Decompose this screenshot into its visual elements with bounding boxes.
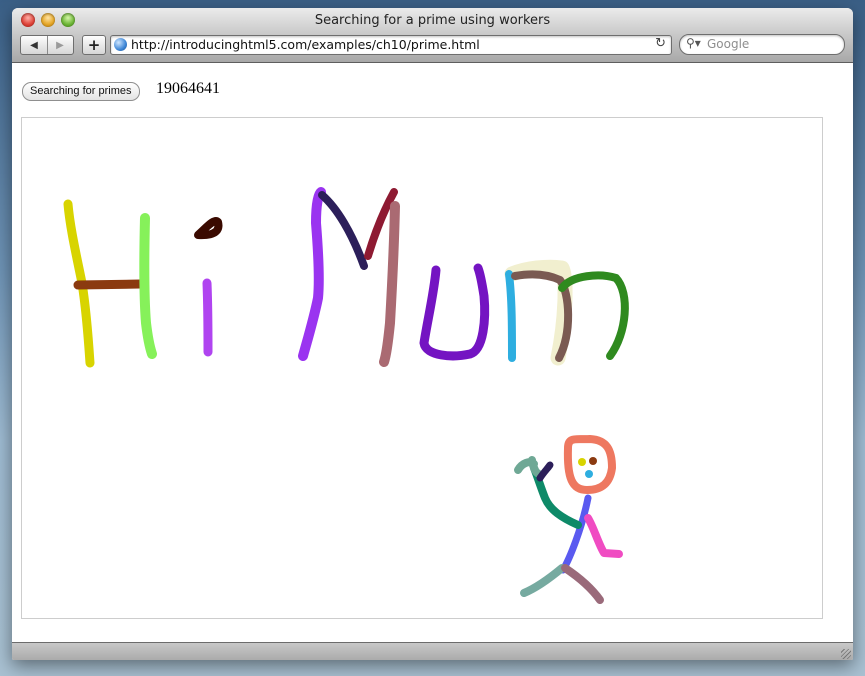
u-stroke (419, 263, 490, 361)
drawing-canvas[interactable] (21, 117, 823, 619)
hand-tip-stroke (536, 461, 554, 482)
status-bar (12, 642, 853, 660)
m-stem-stroke (505, 270, 516, 362)
hand-left-stroke (514, 456, 543, 478)
resize-grip-icon[interactable] (841, 649, 851, 659)
eye-left (578, 458, 586, 466)
search-icon: ⚲▾ (686, 36, 701, 50)
prime-value: 19064641 (156, 80, 220, 97)
eye-right (589, 457, 597, 465)
face-stroke (563, 435, 616, 494)
nav-buttons: ◀ ▶ (20, 35, 74, 55)
globe-icon (114, 38, 127, 51)
arm-right-stroke (584, 514, 623, 558)
window-title: Searching for a prime using workers (314, 13, 551, 28)
m-right-stroke (379, 201, 400, 367)
browser-window: Searching for a prime using workers ◀ ▶ … (12, 8, 853, 660)
leg-right-stroke (561, 564, 604, 604)
drawing-svg (63, 187, 629, 604)
leg-left-stroke (520, 564, 566, 597)
back-arrow-icon[interactable]: ◀ (21, 36, 48, 54)
m-diag1-stroke (318, 191, 368, 270)
body-stroke (559, 494, 592, 574)
url-text[interactable]: http://introducinghtml5.com/examples/ch1… (131, 37, 480, 52)
forward-arrow-icon[interactable]: ▶ (47, 36, 73, 54)
address-bar[interactable]: http://introducinghtml5.com/examples/ch1… (110, 35, 672, 55)
page-content: Searching for primes 19064641 (12, 63, 853, 642)
search-primes-button[interactable]: Searching for primes (22, 82, 140, 101)
search-field[interactable]: ⚲▾ Google (679, 34, 845, 55)
h-crossbar-stroke (73, 279, 145, 290)
h-right-stroke (139, 213, 157, 359)
m-left-stroke (298, 187, 326, 361)
add-bookmark-button[interactable]: + (82, 35, 106, 55)
nose-dot (585, 470, 593, 478)
title-bar: Searching for a prime using workers (12, 8, 853, 34)
i-dot-stroke (194, 217, 223, 240)
i-stem-stroke (202, 278, 213, 357)
reload-icon[interactable]: ↻ (655, 36, 666, 51)
search-placeholder: Google (707, 37, 750, 51)
